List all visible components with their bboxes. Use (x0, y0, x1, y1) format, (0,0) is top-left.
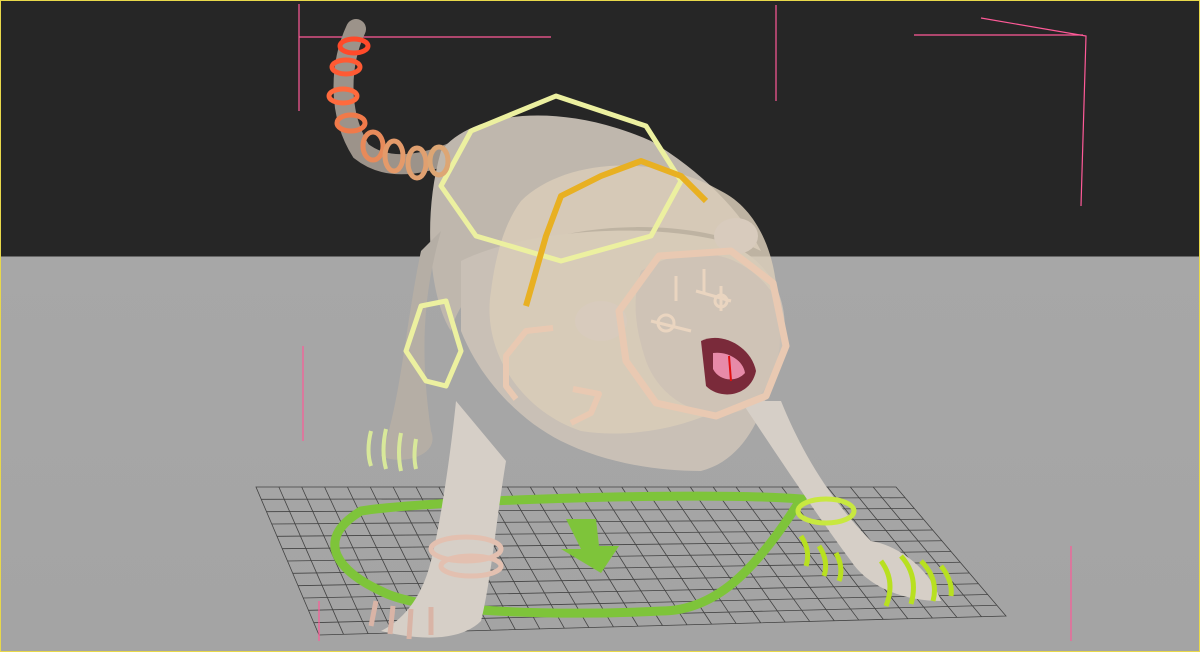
grid-line (667, 486, 761, 624)
viewport-perspective[interactable]: 9 (0, 0, 1200, 652)
scene-canvas[interactable] (1, 1, 1200, 652)
root-arrow-icon (561, 519, 619, 573)
